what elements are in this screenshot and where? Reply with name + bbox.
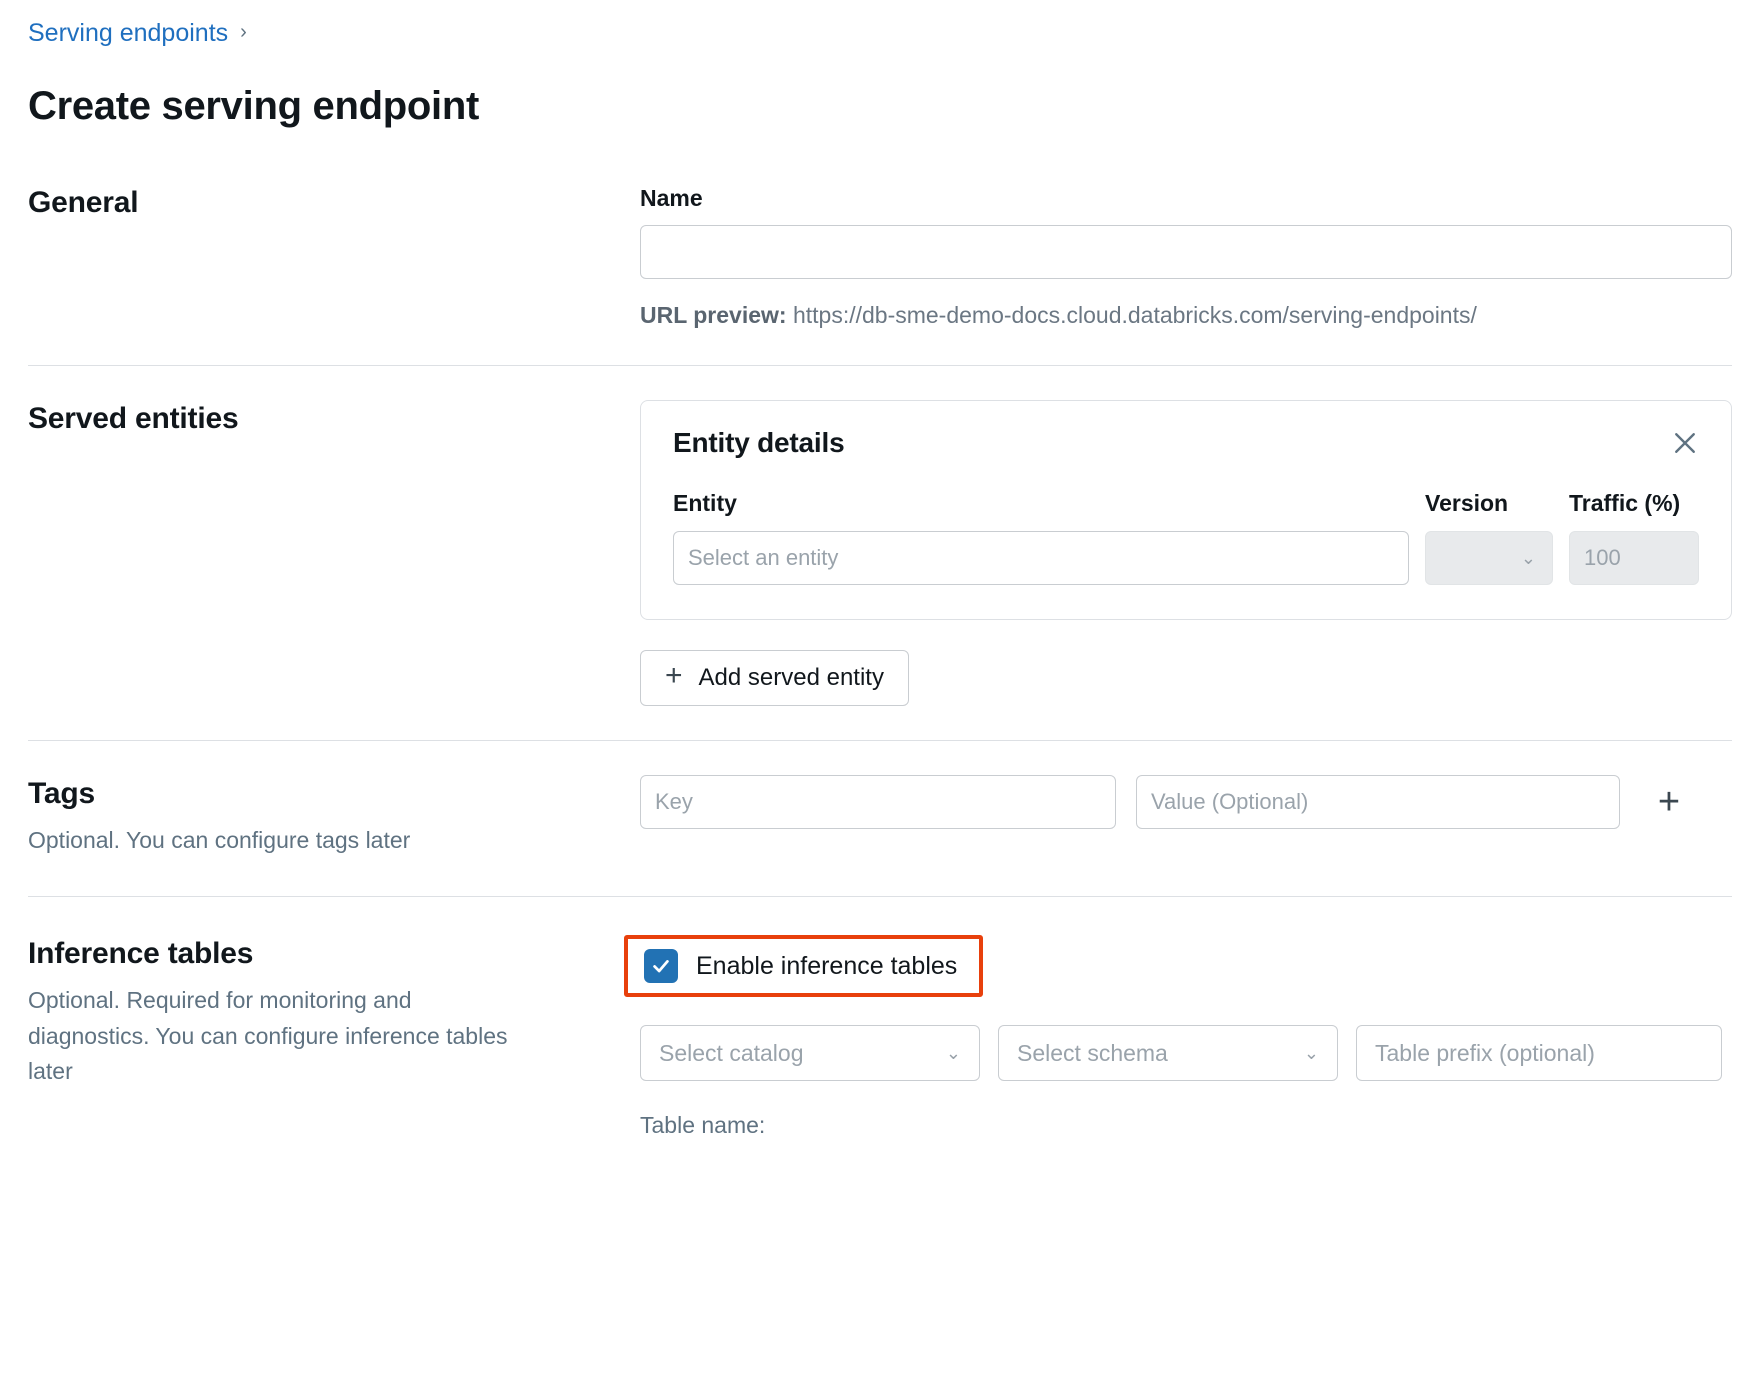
entity-input-row: ⌄ 100	[673, 531, 1699, 586]
enable-inference-tables-checkbox[interactable]	[644, 949, 678, 984]
traffic-input[interactable]: 100	[1569, 531, 1699, 586]
name-label: Name	[640, 184, 703, 211]
section-served-entities-left: Served entities	[28, 400, 640, 438]
section-tags-description: Optional. You can configure tags later	[28, 826, 411, 853]
column-header-version: Version	[1425, 490, 1509, 517]
entity-select-wrapper	[673, 531, 1409, 586]
add-served-entity-button[interactable]: + Add served entity	[640, 650, 909, 707]
section-inference-tables-heading: Inference tables	[28, 937, 254, 971]
url-preview: URL preview: https://db-sme-demo-docs.cl…	[640, 301, 1732, 331]
entity-columns-header: Entity Version Traffic (%)	[673, 489, 1699, 519]
create-serving-endpoint-page: Serving endpoints › Create serving endpo…	[0, 0, 1760, 1390]
version-select-wrapper: ⌄	[1425, 531, 1553, 586]
table-prefix-input[interactable]	[1356, 1025, 1722, 1082]
inference-tables-selectors: Select catalog ⌄ Select schema ⌄	[640, 1025, 1732, 1082]
plus-icon: +	[665, 659, 683, 693]
section-tags-heading: Tags	[28, 777, 95, 811]
section-general-right: Name URL preview: https://db-sme-demo-do…	[640, 184, 1732, 332]
column-header-entity: Entity	[673, 490, 737, 517]
url-preview-label: URL preview:	[640, 302, 787, 329]
close-icon[interactable]	[1665, 423, 1705, 463]
section-served-entities-heading: Served entities	[28, 402, 239, 436]
chevron-down-icon: ⌄	[945, 1043, 961, 1064]
chevron-down-icon: ⌄	[1520, 548, 1536, 569]
section-tags-left: Tags Optional. You can configure tags la…	[28, 775, 640, 858]
traffic-input-wrapper: 100	[1569, 531, 1699, 586]
section-inference-tables-left: Inference tables Optional. Required for …	[28, 935, 640, 1089]
table-name-label: Table name:	[640, 1112, 766, 1139]
catalog-select[interactable]: Select catalog ⌄	[640, 1025, 980, 1082]
breadcrumb-link-serving-endpoints[interactable]: Serving endpoints	[28, 20, 228, 46]
section-tags-right: +	[640, 775, 1732, 830]
add-served-entity-label: Add served entity	[698, 664, 884, 692]
enable-inference-tables-highlight: Enable inference tables	[624, 935, 984, 998]
column-header-traffic: Traffic (%)	[1569, 490, 1681, 517]
tag-value-input[interactable]	[1136, 775, 1620, 830]
section-inference-tables-right: Enable inference tables Select catalog ⌄…	[624, 935, 1732, 1141]
chevron-down-icon: ⌄	[1303, 1043, 1319, 1064]
tag-key-input[interactable]	[640, 775, 1116, 830]
chevron-right-icon: ›	[240, 21, 247, 43]
name-input[interactable]	[640, 225, 1732, 280]
page-title: Create serving endpoint	[28, 83, 479, 128]
entity-details-title: Entity details	[673, 427, 845, 459]
section-inference-tables: Inference tables Optional. Required for …	[0, 897, 1760, 1181]
check-icon	[653, 960, 669, 973]
plus-icon: +	[1657, 781, 1681, 824]
catalog-select-value: Select catalog	[659, 1039, 804, 1066]
section-general-heading: General	[28, 185, 139, 219]
version-select[interactable]: ⌄	[1425, 531, 1553, 586]
section-served-entities: Served entities Entity details Entity Ve…	[0, 366, 1760, 740]
schema-select[interactable]: Select schema ⌄	[998, 1025, 1338, 1082]
entity-details-card: Entity details Entity Version Traffic (%…	[640, 400, 1732, 621]
section-tags: Tags Optional. You can configure tags la…	[0, 741, 1760, 896]
enable-inference-tables-label[interactable]: Enable inference tables	[696, 951, 957, 981]
section-inference-tables-description: Optional. Required for monitoring and di…	[28, 986, 508, 1085]
url-preview-value: https://db-sme-demo-docs.cloud.databrick…	[792, 302, 1477, 329]
entity-select-input[interactable]	[673, 531, 1409, 586]
add-tag-button[interactable]: +	[1646, 779, 1692, 825]
section-general-left: General	[28, 184, 640, 222]
tags-row: +	[640, 775, 1732, 830]
section-served-entities-right: Entity details Entity Version Traffic (%…	[640, 400, 1732, 707]
breadcrumb: Serving endpoints ›	[0, 0, 1760, 46]
section-general: General Name URL preview: https://db-sme…	[0, 156, 1760, 366]
schema-select-value: Select schema	[1017, 1039, 1168, 1066]
